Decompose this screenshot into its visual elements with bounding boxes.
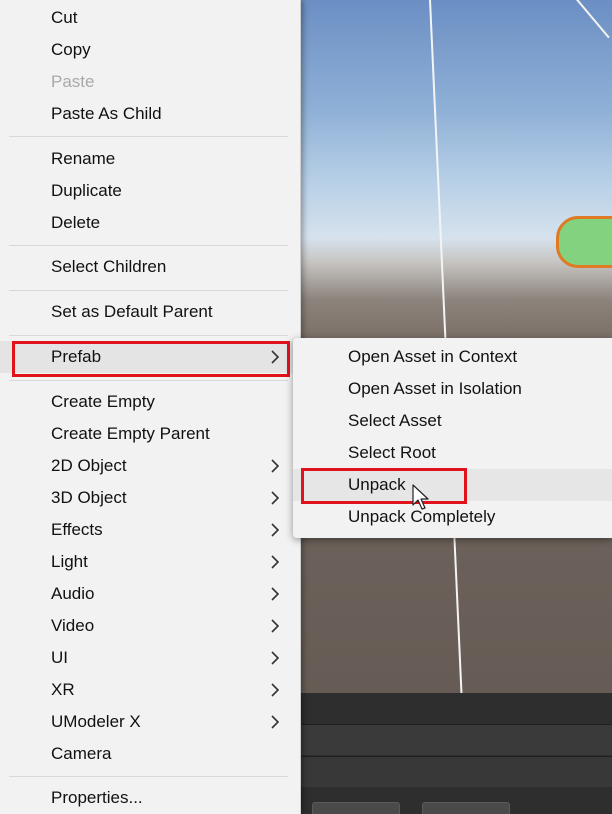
bottom-panel-button[interactable] (422, 802, 510, 814)
chevron-right-icon (271, 523, 280, 537)
menu-item-3d-object[interactable]: 3D Object (0, 482, 300, 514)
chevron-right-icon (271, 683, 280, 697)
submenu-item-label: Unpack (348, 475, 406, 494)
menu-item-label: Select Children (51, 257, 167, 276)
submenu-item-unpack-completely[interactable]: Unpack Completely (293, 501, 612, 533)
menu-item-label: Camera (51, 744, 112, 763)
submenu-item-select-asset[interactable]: Select Asset (293, 405, 612, 437)
chevron-right-icon (271, 350, 280, 364)
submenu-item-label: Open Asset in Isolation (348, 379, 522, 398)
menu-separator (9, 245, 288, 246)
menu-item-properties[interactable]: Properties... (0, 782, 300, 814)
submenu-item-open-asset-in-context[interactable]: Open Asset in Context (293, 341, 612, 373)
menu-separator (9, 335, 288, 336)
menu-item-label: Audio (51, 584, 95, 603)
chevron-right-icon (271, 587, 280, 601)
scene-gizmo-line (576, 0, 610, 39)
bottom-panel-row (300, 724, 612, 755)
chevron-right-icon (271, 459, 280, 473)
submenu-item-select-root[interactable]: Select Root (293, 437, 612, 469)
submenu-item-label: Open Asset in Context (348, 347, 518, 366)
menu-item-label: Light (51, 552, 88, 571)
menu-item-label: Duplicate (51, 181, 122, 200)
menu-item-prefab[interactable]: Prefab (0, 341, 300, 373)
menu-item-paste: Paste (0, 66, 300, 98)
menu-item-label: Delete (51, 213, 101, 232)
menu-item-select-children[interactable]: Select Children (0, 251, 300, 283)
menu-item-video[interactable]: Video (0, 610, 300, 642)
menu-item-label: Cut (51, 8, 78, 27)
menu-item-ui[interactable]: UI (0, 642, 300, 674)
menu-item-label: Create Empty (51, 392, 155, 411)
bottom-panel-row (300, 756, 612, 787)
menu-item-label: 2D Object (51, 456, 127, 475)
menu-item-2d-object[interactable]: 2D Object (0, 450, 300, 482)
menu-item-label: Paste (51, 72, 95, 91)
selected-game-object[interactable] (556, 216, 612, 268)
menu-item-cut[interactable]: Cut (0, 2, 300, 34)
menu-item-set-default-parent[interactable]: Set as Default Parent (0, 296, 300, 328)
menu-item-audio[interactable]: Audio (0, 578, 300, 610)
mouse-pointer-icon (412, 484, 429, 510)
submenu-item-label: Select Asset (348, 411, 442, 430)
chevron-right-icon (271, 715, 280, 729)
menu-item-label: Set as Default Parent (51, 302, 213, 321)
menu-item-label: Effects (51, 520, 103, 539)
chevron-right-icon (271, 651, 280, 665)
menu-item-label: Video (51, 616, 95, 635)
menu-item-copy[interactable]: Copy (0, 34, 300, 66)
menu-item-light[interactable]: Light (0, 546, 300, 578)
bottom-panel-button[interactable] (312, 802, 400, 814)
submenu-item-label: Select Root (348, 443, 436, 462)
menu-item-label: Prefab (51, 347, 102, 366)
menu-item-xr[interactable]: XR (0, 674, 300, 706)
menu-item-label: Create Empty Parent (51, 424, 210, 443)
menu-item-label: UModeler X (51, 712, 141, 731)
menu-item-paste-as-child[interactable]: Paste As Child (0, 98, 300, 130)
menu-item-umodeler-x[interactable]: UModeler X (0, 706, 300, 738)
chevron-right-icon (271, 555, 280, 569)
menu-item-label: Paste As Child (51, 104, 162, 123)
menu-item-camera[interactable]: Camera (0, 738, 300, 770)
menu-item-rename[interactable]: Rename (0, 143, 300, 175)
menu-item-label: 3D Object (51, 488, 127, 507)
menu-item-label: XR (51, 680, 75, 699)
submenu-item-open-asset-in-isolation[interactable]: Open Asset in Isolation (293, 373, 612, 405)
menu-item-delete[interactable]: Delete (0, 207, 300, 239)
menu-separator (9, 136, 288, 137)
menu-separator (9, 380, 288, 381)
chevron-right-icon (271, 619, 280, 633)
menu-item-label: UI (51, 648, 68, 667)
menu-item-duplicate[interactable]: Duplicate (0, 175, 300, 207)
menu-item-label: Rename (51, 149, 116, 168)
menu-separator (9, 776, 288, 777)
menu-separator (9, 290, 288, 291)
context-menu: Cut Copy Paste Paste As Child Rename Dup… (0, 0, 301, 814)
menu-item-create-empty-parent[interactable]: Create Empty Parent (0, 418, 300, 450)
prefab-submenu: Open Asset in Context Open Asset in Isol… (293, 338, 612, 538)
menu-item-label: Properties... (51, 788, 143, 807)
menu-item-label: Copy (51, 40, 91, 59)
menu-item-create-empty[interactable]: Create Empty (0, 386, 300, 418)
submenu-item-unpack[interactable]: Unpack (293, 469, 612, 501)
chevron-right-icon (271, 491, 280, 505)
menu-item-effects[interactable]: Effects (0, 514, 300, 546)
